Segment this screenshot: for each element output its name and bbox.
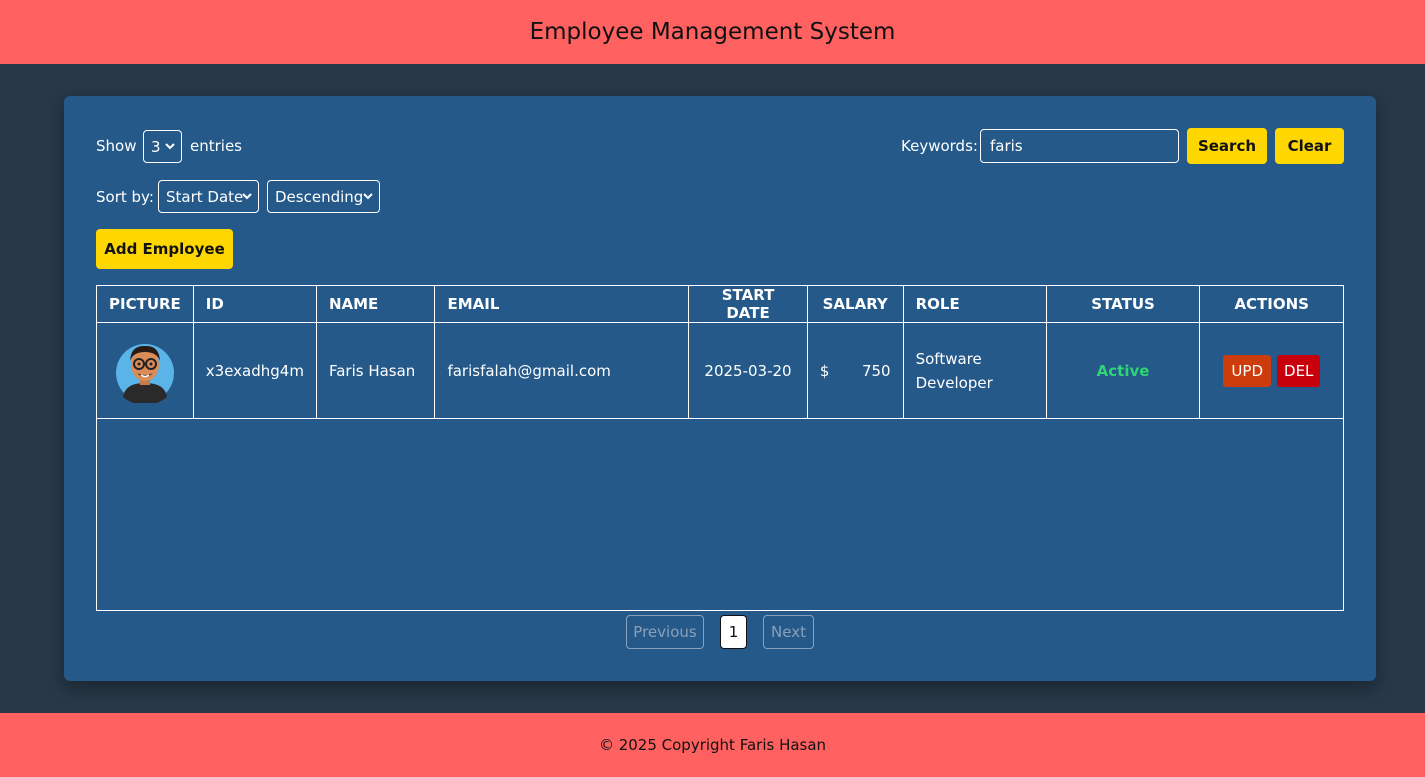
previous-page-button[interactable]: Previous	[626, 615, 704, 649]
clear-button[interactable]: Clear	[1275, 128, 1344, 164]
column-header-role: ROLE	[902, 285, 1047, 323]
sort-field-select[interactable]: Start Date	[158, 180, 259, 213]
search-button[interactable]: Search	[1187, 128, 1267, 164]
copyright-text: © 2025 Copyright Faris Hasan	[598, 736, 827, 754]
search-button-label: Search	[1197, 137, 1257, 155]
id-cell: x3exadhg4m	[192, 322, 317, 419]
sort-label: Sort by:	[96, 188, 154, 206]
main-panel: Show 3 entries Keywords: faris Search Cl…	[64, 96, 1376, 681]
page-1-label: 1	[728, 623, 739, 641]
column-header-id: ID	[192, 285, 317, 323]
status-badge: Active	[1096, 361, 1150, 380]
avatar	[115, 343, 174, 403]
column-header-salary: SALARY	[806, 285, 904, 323]
delete-button[interactable]: DEL	[1277, 354, 1321, 387]
empty-cell	[96, 418, 1344, 611]
clear-button-label: Clear	[1287, 137, 1332, 155]
column-header-actions: ACTIONS	[1199, 285, 1344, 323]
entries-label: entries	[190, 137, 242, 155]
empty-table-area	[96, 418, 1344, 611]
column-header-name: NAME	[315, 285, 436, 323]
salary-cell: $ 750	[806, 322, 904, 419]
table-row: x3exadhg4m Faris Hasan farisfalah@gmail.…	[96, 322, 1344, 419]
chevron-down-icon	[242, 193, 252, 200]
name-cell: Faris Hasan	[315, 322, 436, 419]
employee-table: PICTURE ID NAME EMAIL START DATE SALARY …	[96, 285, 1344, 611]
sort-order-value: Descending	[275, 187, 364, 206]
column-header-start-date: START DATE	[688, 285, 808, 323]
chevron-down-icon	[363, 193, 373, 200]
update-button[interactable]: UPD	[1223, 354, 1272, 387]
add-employee-label: Add Employee	[104, 240, 225, 258]
chevron-down-icon	[165, 143, 175, 150]
previous-page-label: Previous	[633, 623, 697, 641]
app-footer: © 2025 Copyright Faris Hasan	[0, 713, 1425, 777]
next-page-label: Next	[771, 623, 806, 641]
column-header-email: EMAIL	[434, 285, 690, 323]
page-title: Employee Management System	[529, 19, 896, 45]
email-cell: farisfalah@gmail.com	[434, 322, 690, 419]
column-header-status: STATUS	[1045, 285, 1201, 323]
show-label: Show	[96, 137, 137, 155]
salary-amount: 750	[861, 361, 891, 380]
column-header-picture: PICTURE	[96, 285, 194, 323]
app-header: Employee Management System	[0, 0, 1425, 64]
actions-cell: UPD DEL	[1199, 322, 1344, 419]
salary-currency: $	[819, 361, 830, 380]
sort-field-value: Start Date	[166, 187, 244, 206]
entries-select-value: 3	[151, 137, 161, 156]
role-text: Software Developer	[915, 349, 993, 392]
status-cell: Active	[1045, 322, 1201, 419]
sort-order-select[interactable]: Descending	[267, 180, 380, 213]
picture-cell	[96, 322, 194, 419]
keywords-input-value: faris	[990, 137, 1023, 155]
keywords-input[interactable]: faris	[980, 129, 1179, 163]
page-1-button[interactable]: 1	[720, 615, 747, 649]
table-header-row: PICTURE ID NAME EMAIL START DATE SALARY …	[96, 285, 1344, 323]
entries-select[interactable]: 3	[143, 130, 182, 163]
start-date-cell: 2025-03-20	[688, 322, 808, 419]
add-employee-button[interactable]: Add Employee	[96, 229, 233, 269]
role-cell: Software Developer	[902, 322, 1047, 419]
next-page-button[interactable]: Next	[763, 615, 814, 649]
keywords-label: Keywords:	[901, 137, 978, 155]
